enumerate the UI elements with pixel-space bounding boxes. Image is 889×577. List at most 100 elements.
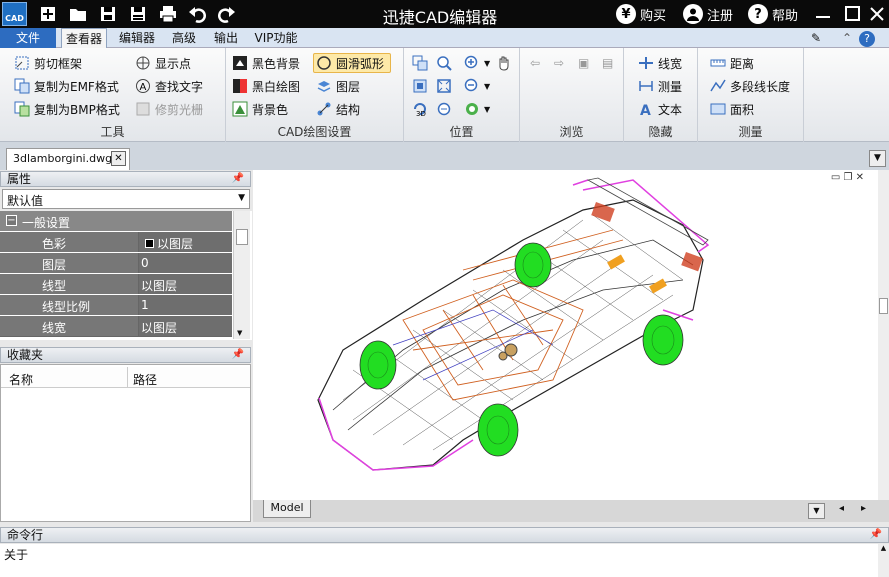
- drawing-canvas[interactable]: ▭ ❐ ✕: [253, 170, 880, 500]
- layout-dropdown[interactable]: ▼: [808, 503, 825, 519]
- tab-list-dropdown[interactable]: ▼: [869, 150, 886, 167]
- tab-output[interactable]: 输出: [208, 28, 244, 48]
- ribbon-help-icon[interactable]: ?: [858, 28, 876, 48]
- style-icon[interactable]: ✎: [806, 28, 826, 48]
- background-color-icon: [232, 101, 248, 117]
- smooth-arc-button[interactable]: 圆滑弧形: [313, 53, 392, 73]
- property-row[interactable]: 线宽 以图层: [0, 316, 232, 338]
- back-arrow-icon[interactable]: ⇦: [530, 53, 540, 73]
- copy-bmp-button[interactable]: 复制为BMP格式: [14, 99, 120, 119]
- property-row[interactable]: 线型比例 1: [0, 295, 232, 316]
- property-group-row[interactable]: − 一般设置: [0, 211, 232, 232]
- redo-icon[interactable]: [216, 4, 238, 24]
- tab-vip[interactable]: VIP功能: [250, 28, 302, 48]
- canvas-window-controls[interactable]: ▭ ❐ ✕: [831, 172, 864, 183]
- trim-raster-button[interactable]: 修剪光栅: [135, 99, 203, 119]
- layout-tab-bar: Model ▼ ◂ ▸: [253, 500, 889, 522]
- maximize-button[interactable]: [841, 3, 863, 25]
- zoom-in-icon[interactable]: ▼: [464, 53, 490, 73]
- scroll-left-icon[interactable]: ◂: [839, 503, 844, 514]
- register-button[interactable]: 注册: [683, 3, 733, 25]
- scroll-right-icon[interactable]: ▸: [861, 503, 866, 514]
- pan-hand-icon[interactable]: [496, 53, 512, 73]
- command-scrollbar[interactable]: ▲: [878, 544, 889, 577]
- properties-title: 属性: [7, 172, 32, 186]
- model-tab[interactable]: Model: [263, 500, 311, 518]
- tab-advanced[interactable]: 高级: [166, 28, 202, 48]
- layers-icon: [316, 78, 332, 94]
- cut-frame-button[interactable]: 剪切框架: [14, 53, 82, 73]
- black-background-label: 黑色背景: [252, 56, 301, 71]
- forward-arrow-icon[interactable]: ⇨: [554, 53, 564, 73]
- position-group-label: 位置: [449, 125, 474, 139]
- find-text-button[interactable]: A 查找文字: [135, 76, 203, 96]
- help-label: 帮助: [772, 8, 799, 24]
- column-path[interactable]: 路径: [133, 371, 157, 388]
- property-value: 以图层: [139, 274, 232, 294]
- line-width-button[interactable]: 线宽: [638, 53, 682, 73]
- document-tab[interactable]: 3dlamborgini.dwg ✕: [6, 148, 130, 170]
- save-icon[interactable]: [98, 4, 120, 24]
- text-hide-button[interactable]: A 文本: [638, 99, 682, 120]
- browse-page-icon[interactable]: ▣: [578, 53, 589, 73]
- zoom-extents-icon[interactable]: [436, 76, 452, 96]
- collapse-ribbon-icon[interactable]: ⌃: [840, 28, 854, 48]
- menu-bar: 文件 查看器 编辑器 高级 输出 VIP功能 ✎ ⌃ ?: [0, 28, 889, 49]
- collapse-icon[interactable]: −: [6, 215, 17, 226]
- show-points-label: 显示点: [155, 56, 192, 71]
- fit-icon[interactable]: [412, 76, 428, 96]
- previous-view-icon[interactable]: [436, 99, 452, 119]
- measure-hide-button[interactable]: 测量: [638, 76, 682, 96]
- pin-icon[interactable]: 📌: [232, 172, 244, 186]
- property-row[interactable]: 线型 以图层: [0, 274, 232, 295]
- view-3d-icon[interactable]: ▼: [464, 99, 490, 119]
- find-text-icon: A: [135, 78, 151, 94]
- structure-button[interactable]: 结构: [316, 99, 360, 119]
- column-name[interactable]: 名称: [9, 371, 33, 388]
- black-background-button[interactable]: 黑色背景: [232, 53, 300, 73]
- black-white-draw-button[interactable]: 黑白绘图: [232, 76, 300, 96]
- undo-icon[interactable]: [188, 4, 210, 24]
- close-tab-icon[interactable]: ✕: [111, 151, 126, 166]
- print-icon[interactable]: [158, 4, 180, 24]
- structure-icon: [316, 101, 332, 117]
- zoom-region-icon[interactable]: [436, 53, 452, 73]
- area-button[interactable]: 面积: [710, 99, 754, 119]
- trim-raster-label: 修剪光栅: [155, 102, 204, 117]
- zoom-out-icon[interactable]: ▼: [464, 76, 490, 96]
- buy-button[interactable]: ¥ 购买: [616, 3, 666, 25]
- favorites-list: 名称 路径: [0, 364, 251, 522]
- polyline-length-button[interactable]: 多段线长度: [710, 76, 790, 96]
- new-file-icon[interactable]: [38, 4, 60, 24]
- properties-select[interactable]: 默认值 ▼: [2, 189, 250, 209]
- help-icon: ?: [748, 4, 768, 24]
- document-tab-bar: 3dlamborgini.dwg ✕: [0, 142, 889, 170]
- properties-grid: − 一般设置 色彩 以图层 图层 0 线型 以图层 线型比例 1 线宽 以图层 ▼: [0, 211, 252, 340]
- layers-button[interactable]: 图层: [316, 76, 360, 96]
- zoom-window-icon[interactable]: [412, 53, 428, 73]
- copy-emf-button[interactable]: 复制为EMF格式: [14, 76, 119, 96]
- background-color-button[interactable]: 背景色: [232, 99, 288, 119]
- open-folder-icon[interactable]: [68, 4, 90, 24]
- command-line-title: 命令行: [7, 528, 44, 542]
- browse-copy-icon[interactable]: ▤: [602, 53, 613, 73]
- show-points-button[interactable]: 显示点: [135, 53, 191, 73]
- save-as-icon[interactable]: [128, 4, 150, 24]
- minimize-button[interactable]: [812, 3, 834, 25]
- distance-button[interactable]: 距离: [710, 53, 754, 73]
- property-row[interactable]: 图层 0: [0, 253, 232, 274]
- svg-text:A: A: [640, 103, 651, 117]
- pin-icon[interactable]: 📌: [870, 528, 882, 542]
- measure-group-label: 测量: [738, 125, 763, 139]
- properties-scrollbar[interactable]: ▼: [233, 211, 250, 339]
- tab-editor[interactable]: 编辑器: [114, 28, 160, 48]
- pin-icon[interactable]: 📌: [232, 348, 244, 362]
- canvas-vertical-scrollbar[interactable]: [878, 170, 889, 500]
- property-row[interactable]: 色彩 以图层: [0, 232, 232, 253]
- rotate-icon[interactable]: 3D: [412, 99, 428, 119]
- tab-viewer[interactable]: 查看器: [61, 28, 107, 49]
- close-button[interactable]: [866, 3, 888, 25]
- help-button[interactable]: ? 帮助: [748, 3, 798, 25]
- yen-icon: ¥: [616, 4, 636, 24]
- file-menu[interactable]: 文件: [0, 28, 56, 48]
